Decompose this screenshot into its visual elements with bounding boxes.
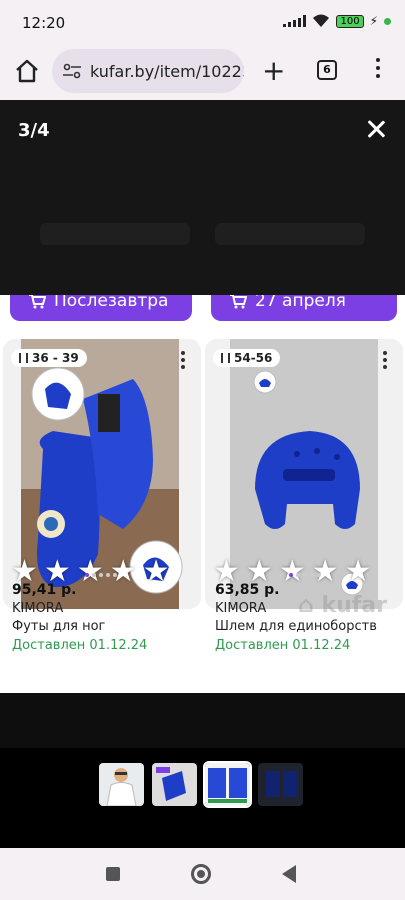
delivery-label: 27 апреля (255, 295, 346, 311)
new-tab-button[interactable]: + (262, 57, 285, 85)
watermark-logo: ⌂ kufar (298, 593, 387, 618)
tab-switcher-button[interactable]: 6 (317, 60, 337, 80)
size-badge: 54-56 (213, 349, 281, 367)
wifi-icon (313, 14, 330, 27)
status-time: 12:20 (22, 14, 66, 32)
viewer-image[interactable]: Послезавтра 27 апреля 36 - 39 ★ ★ ★ ★ ★ … (0, 295, 405, 693)
cart-icon (230, 295, 247, 309)
more-options-icon (383, 351, 387, 372)
blurred-text (215, 223, 365, 245)
home-icon[interactable] (14, 58, 40, 84)
image-counter: 3/4 (18, 120, 50, 141)
battery-icon: 100 (336, 14, 364, 28)
size-badge: 36 - 39 (11, 349, 87, 367)
recents-icon[interactable] (106, 867, 120, 881)
thumbnail-3[interactable] (203, 761, 252, 808)
status-bar: 12:20 100 ⚡ (0, 0, 405, 44)
system-nav-bar (0, 848, 405, 900)
product-card: 54-56 ★ ★ ★ ★ ★ (205, 339, 403, 609)
signal-icon (283, 15, 307, 27)
charging-icon: ⚡ (369, 14, 378, 28)
carousel-dots (85, 573, 117, 577)
delivery-status: Доставлен 01.12.24 (12, 638, 148, 653)
browser-menu-button[interactable] (375, 58, 381, 82)
product-info: 95,41 р. KIMORA Футы для ног Доставлен 0… (12, 582, 147, 653)
delivery-status: Доставлен 01.12.24 (215, 638, 351, 653)
back-icon[interactable] (282, 865, 296, 883)
url-text: kufar.by/item/10223 (90, 61, 244, 81)
privacy-dot-icon (384, 17, 391, 25)
ruler-icon (19, 353, 28, 363)
cart-icon (29, 295, 46, 309)
site-settings-icon[interactable] (62, 63, 82, 79)
product-card: 36 - 39 ★ ★ ★ ★ ★ (3, 339, 201, 609)
thumbnail-1[interactable] (99, 763, 144, 806)
carousel-dots (289, 573, 321, 577)
viewer-top-overlay: 3/4 (0, 100, 405, 295)
status-icons: 100 ⚡ (283, 14, 391, 28)
size-label: 36 - 39 (32, 351, 79, 365)
product-brand: KIMORA (12, 601, 64, 616)
blurred-text (40, 223, 190, 245)
product-title: Шлем для единоборств (215, 619, 377, 634)
address-bar[interactable]: kufar.by/item/10223 (52, 49, 244, 93)
viewer-bottom-overlay (0, 693, 405, 748)
product-price: 95,41 р. (12, 582, 77, 598)
thumbnail-2[interactable] (152, 763, 197, 806)
delivery-button: 27 апреля (211, 295, 397, 321)
browser-toolbar: kufar.by/item/10223 + 6 (0, 44, 405, 100)
thumbnail-strip (99, 761, 303, 808)
close-icon[interactable] (367, 120, 385, 138)
delivery-label: Послезавтра (54, 295, 169, 311)
more-options-icon (181, 351, 185, 372)
image-viewer: 3/4 Послезавтра 27 апреля 36 - 39 ★ ★ ★ … (0, 100, 405, 848)
ruler-icon (221, 353, 230, 363)
product-title: Футы для ног (12, 619, 106, 634)
home-circle-icon[interactable] (191, 864, 211, 884)
delivery-button: Послезавтра (10, 295, 192, 321)
size-label: 54-56 (234, 351, 273, 365)
thumbnail-4[interactable] (258, 763, 303, 806)
